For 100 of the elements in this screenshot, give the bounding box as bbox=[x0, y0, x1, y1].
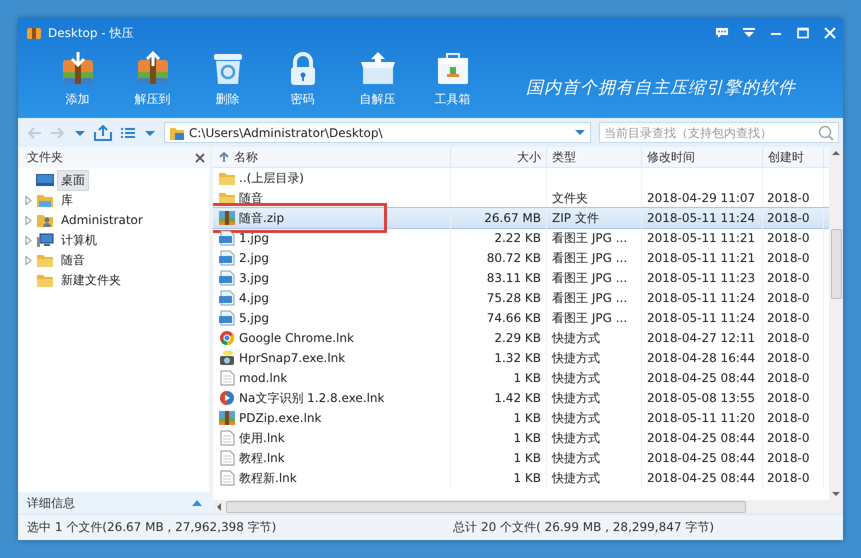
table-cell: 2.22 KB bbox=[494, 231, 541, 245]
scroll-thumb[interactable] bbox=[830, 228, 842, 298]
table-cell: 1 KB bbox=[513, 431, 541, 445]
document-icon bbox=[218, 470, 236, 486]
search-icon[interactable] bbox=[818, 124, 834, 140]
table-cell: 2018-04-25 08:44 bbox=[647, 431, 756, 445]
maximize-icon[interactable] bbox=[796, 27, 810, 39]
scroll-thumb[interactable] bbox=[226, 501, 746, 513]
slogan-text: 国内首个拥有自主压缩引擎的软件 bbox=[526, 77, 796, 99]
document-icon bbox=[218, 370, 236, 386]
table-cell: ZIP 文件 bbox=[552, 210, 599, 226]
table-cell: 2018-04-25 08:44 bbox=[647, 471, 756, 485]
search-field[interactable]: 当前目录查找（支持包内查找） bbox=[599, 122, 839, 143]
expand-icon[interactable] bbox=[24, 236, 33, 244]
file-row[interactable]: 4.jpg 75.28 KB 看图王 JPG ... 2018-05-11 11:24 2018-0 bbox=[213, 288, 829, 308]
table-cell: 1.32 KB bbox=[494, 351, 541, 365]
table-cell: 看图王 JPG ... bbox=[552, 250, 628, 266]
table-cell: 快捷方式 bbox=[552, 450, 600, 466]
menu-icon[interactable] bbox=[742, 27, 756, 39]
table-cell: 2018-0 bbox=[767, 231, 810, 245]
archive-icon bbox=[218, 210, 236, 226]
file-name: Google Chrome.lnk bbox=[239, 331, 354, 345]
tree-item[interactable]: Administrator bbox=[57, 211, 147, 229]
table-cell: 2018-04-28 16:44 bbox=[647, 351, 756, 365]
file-row[interactable]: 3.jpg 83.11 KB 看图王 JPG ... 2018-05-11 11:23 2018-0 bbox=[213, 268, 829, 288]
file-name: 4.jpg bbox=[239, 291, 270, 305]
file-row[interactable]: PDZip.exe.lnk 1 KB 快捷方式 2018-05-11 11:20 2018-0 bbox=[213, 408, 829, 428]
close-icon[interactable] bbox=[195, 152, 205, 162]
file-row[interactable]: 1.jpg 2.22 KB 看图王 JPG ... 2018-05-11 11:21 2018-0 bbox=[213, 228, 829, 248]
expand-icon[interactable] bbox=[24, 216, 33, 224]
table-cell: 2018-0 bbox=[767, 331, 810, 345]
table-cell: 快捷方式 bbox=[552, 470, 600, 486]
table-cell: 看图王 JPG ... bbox=[552, 290, 628, 306]
tree-item[interactable]: 新建文件夹 bbox=[57, 270, 125, 290]
column-header[interactable]: 修改时间 bbox=[642, 147, 763, 167]
table-cell: 2018-05-11 11:24 bbox=[647, 291, 756, 305]
file-row[interactable]: HprSnap7.exe.lnk 1.32 KB 快捷方式 2018-04-28 16:44 2018-0 bbox=[213, 348, 829, 368]
expand-icon[interactable] bbox=[24, 256, 33, 264]
table-cell: 文件夹 bbox=[552, 190, 588, 206]
file-row[interactable]: 2.jpg 80.72 KB 看图王 JPG ... 2018-05-11 11:21 2018-0 bbox=[213, 248, 829, 268]
column-header[interactable]: 名称 bbox=[213, 147, 451, 167]
scroll-up-icon[interactable] bbox=[832, 150, 840, 156]
file-name: 教程.lnk bbox=[239, 450, 285, 466]
tree-item[interactable]: 库 bbox=[57, 190, 77, 210]
file-row[interactable]: mod.lnk 1 KB 快捷方式 2018-04-25 08:44 2018-0 bbox=[213, 368, 829, 388]
table-cell: 2018-0 bbox=[767, 411, 810, 425]
table-cell: 快捷方式 bbox=[552, 350, 600, 366]
file-name: 1.jpg bbox=[239, 231, 270, 245]
file-row[interactable]: 5.jpg 74.66 KB 看图王 JPG ... 2018-05-11 11:24 2018-0 bbox=[213, 308, 829, 328]
file-row[interactable]: Na文字识别 1.2.8.exe.lnk 1.42 KB 快捷方式 2018-05-08 13:55 2018-0 bbox=[213, 388, 829, 408]
file-name: Na文字识别 1.2.8.exe.lnk bbox=[239, 390, 384, 406]
camera-icon bbox=[218, 350, 236, 366]
file-name: mod.lnk bbox=[239, 371, 288, 385]
file-row[interactable]: Google Chrome.lnk 2.29 KB 快捷方式 2018-04-27 12:11 2018-0 bbox=[213, 328, 829, 348]
expand-icon[interactable] bbox=[24, 196, 33, 204]
table-cell: 快捷方式 bbox=[552, 430, 600, 446]
file-row[interactable]: 教程新.lnk 1 KB 快捷方式 2018-04-25 08:44 2018-0 bbox=[213, 468, 829, 488]
table-cell: 快捷方式 bbox=[552, 330, 600, 346]
tree-item[interactable]: 桌面 bbox=[57, 170, 89, 190]
table-cell: 快捷方式 bbox=[552, 390, 600, 406]
document-icon bbox=[218, 450, 236, 466]
file-row[interactable]: 随音.zip 26.67 MB ZIP 文件 2018-05-11 11:24 2018-0 bbox=[213, 208, 829, 228]
scroll-left-icon[interactable] bbox=[216, 503, 222, 511]
table-cell: 83.11 KB bbox=[486, 271, 541, 285]
table-cell: 2018-05-08 13:55 bbox=[647, 391, 756, 405]
column-header[interactable]: 创建时 bbox=[763, 147, 824, 167]
image-file-icon bbox=[218, 270, 236, 286]
image-file-icon bbox=[218, 250, 236, 266]
vertical-scrollbar[interactable] bbox=[829, 147, 843, 500]
tree-item[interactable]: 计算机 bbox=[57, 230, 101, 250]
details-label[interactable]: 详细信息 bbox=[27, 494, 75, 512]
expand-up-icon[interactable] bbox=[191, 499, 203, 507]
column-header[interactable]: 类型 bbox=[547, 147, 642, 167]
image-file-icon bbox=[218, 310, 236, 326]
up-folder-icon[interactable] bbox=[94, 124, 112, 140]
file-name: 使用.lnk bbox=[239, 430, 285, 446]
column-header[interactable]: 大小 bbox=[451, 147, 547, 167]
table-cell: 看图王 JPG ... bbox=[552, 310, 628, 326]
list-view-icon[interactable] bbox=[120, 126, 136, 140]
file-name: PDZip.exe.lnk bbox=[239, 411, 322, 425]
table-cell: 26.67 MB bbox=[484, 211, 541, 225]
horizontal-scrollbar[interactable] bbox=[213, 500, 843, 514]
table-cell: 2018-04-25 08:44 bbox=[647, 371, 756, 385]
table-cell: 2018-0 bbox=[767, 451, 810, 465]
table-cell: 看图王 JPG ... bbox=[552, 270, 628, 286]
file-row[interactable]: 教程.lnk 1 KB 快捷方式 2018-04-25 08:44 2018-0 bbox=[213, 448, 829, 468]
file-row[interactable]: 使用.lnk 1 KB 快捷方式 2018-04-25 08:44 2018-0 bbox=[213, 428, 829, 448]
file-row[interactable]: ..(上层目录) bbox=[213, 168, 829, 188]
table-cell: 看图王 JPG ... bbox=[552, 230, 628, 246]
table-cell: 2018-0 bbox=[767, 391, 810, 405]
address-field[interactable]: C:\Users\Administrator\Desktop\ bbox=[164, 122, 591, 143]
scroll-down-icon[interactable] bbox=[832, 491, 840, 497]
table-cell: 1 KB bbox=[513, 471, 541, 485]
tree-item[interactable]: 随音 bbox=[57, 250, 89, 270]
folder-icon bbox=[218, 170, 236, 186]
chat-icon[interactable] bbox=[715, 27, 729, 39]
table-cell: 2.29 KB bbox=[494, 331, 541, 345]
table-cell: 1 KB bbox=[513, 371, 541, 385]
file-name: ..(上层目录) bbox=[239, 170, 304, 186]
total-status: 总计 20 个文件( 26.99 MB , 28,299,847 字节) bbox=[453, 519, 714, 536]
